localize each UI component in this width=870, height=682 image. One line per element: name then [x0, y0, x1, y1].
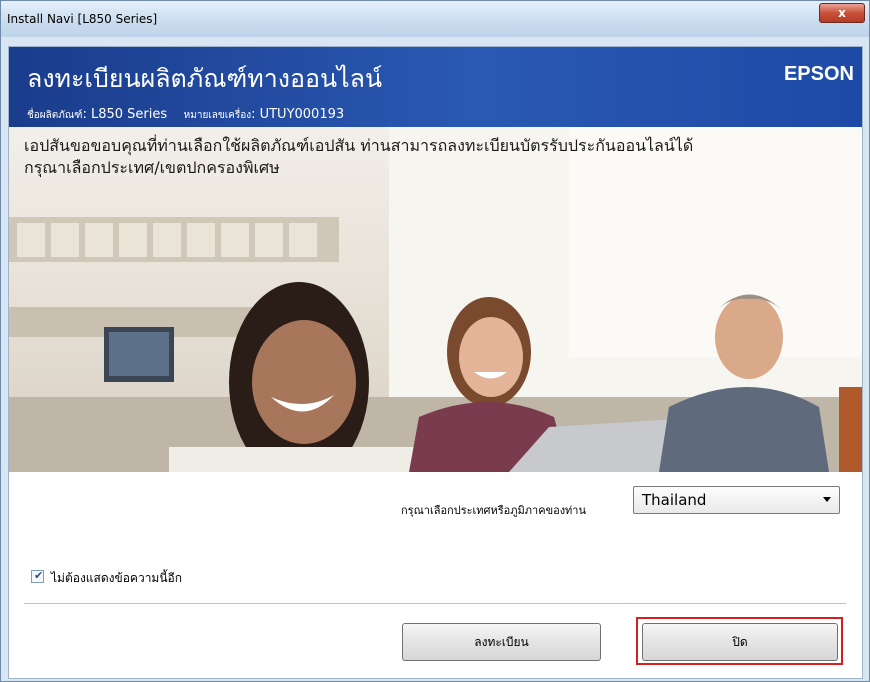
chevron-down-icon — [823, 497, 831, 502]
intro-line-1: เอปสันขอขอบคุณที่ท่านเลือกใช้ผลิตภัณฑ์เอ… — [24, 136, 694, 155]
epson-logo: EPSON — [783, 63, 854, 85]
region-label: กรุณาเลือกประเทศหรือภูมิภาคของท่าน — [401, 504, 587, 517]
dont-show-again-label[interactable]: ไม่ต้องแสดงข้อความนี้อีก — [51, 569, 182, 588]
window-close-button[interactable]: x — [819, 3, 865, 23]
country-select[interactable]: Thailand — [633, 486, 840, 514]
page-title: ลงทะเบียนผลิตภัณฑ์ทางออนไลน์ — [27, 64, 383, 93]
product-value: : L850 Series — [82, 107, 168, 122]
footer-divider — [24, 603, 846, 604]
window-title: Install Navi [L850 Series] — [7, 12, 158, 26]
dont-show-again-checkbox[interactable]: ✔ — [31, 569, 44, 583]
intro-text: เอปสันขอขอบคุณที่ท่านเลือกใช้ผลิตภัณฑ์เอ… — [24, 135, 844, 179]
office-photo: เอปสันขอขอบคุณที่ท่านเลือกใช้ผลิตภัณฑ์เอ… — [9, 127, 862, 472]
register-button[interactable]: ลงทะเบียน — [402, 623, 601, 661]
product-info: ชื่อผลิตภัณฑ์: L850 Series หมายเลขเครื่อ… — [27, 107, 344, 123]
title-bar: Install Navi [L850 Series] x — [1, 1, 869, 37]
serial-value: : UTUY000193 — [251, 107, 345, 122]
serial-label: หมายเลขเครื่อง — [183, 110, 252, 121]
country-select-value: Thailand — [642, 491, 707, 509]
registration-header: ลงทะเบียนผลิตภัณฑ์ทางออนไลน์ EPSON ชื่อผ… — [9, 47, 862, 127]
product-label: ชื่อผลิตภัณฑ์ — [27, 110, 83, 121]
checkmark-icon: ✔ — [34, 569, 44, 582]
dialog-content: ลงทะเบียนผลิตภัณฑ์ทางออนไลน์ EPSON ชื่อผ… — [8, 46, 863, 679]
close-button[interactable]: ปิด — [642, 623, 838, 661]
intro-line-2: กรุณาเลือกประเทศ/เขตปกครองพิเศษ — [24, 158, 280, 177]
installer-window: Install Navi [L850 Series] x ลงทะเบียนผล… — [0, 0, 870, 682]
